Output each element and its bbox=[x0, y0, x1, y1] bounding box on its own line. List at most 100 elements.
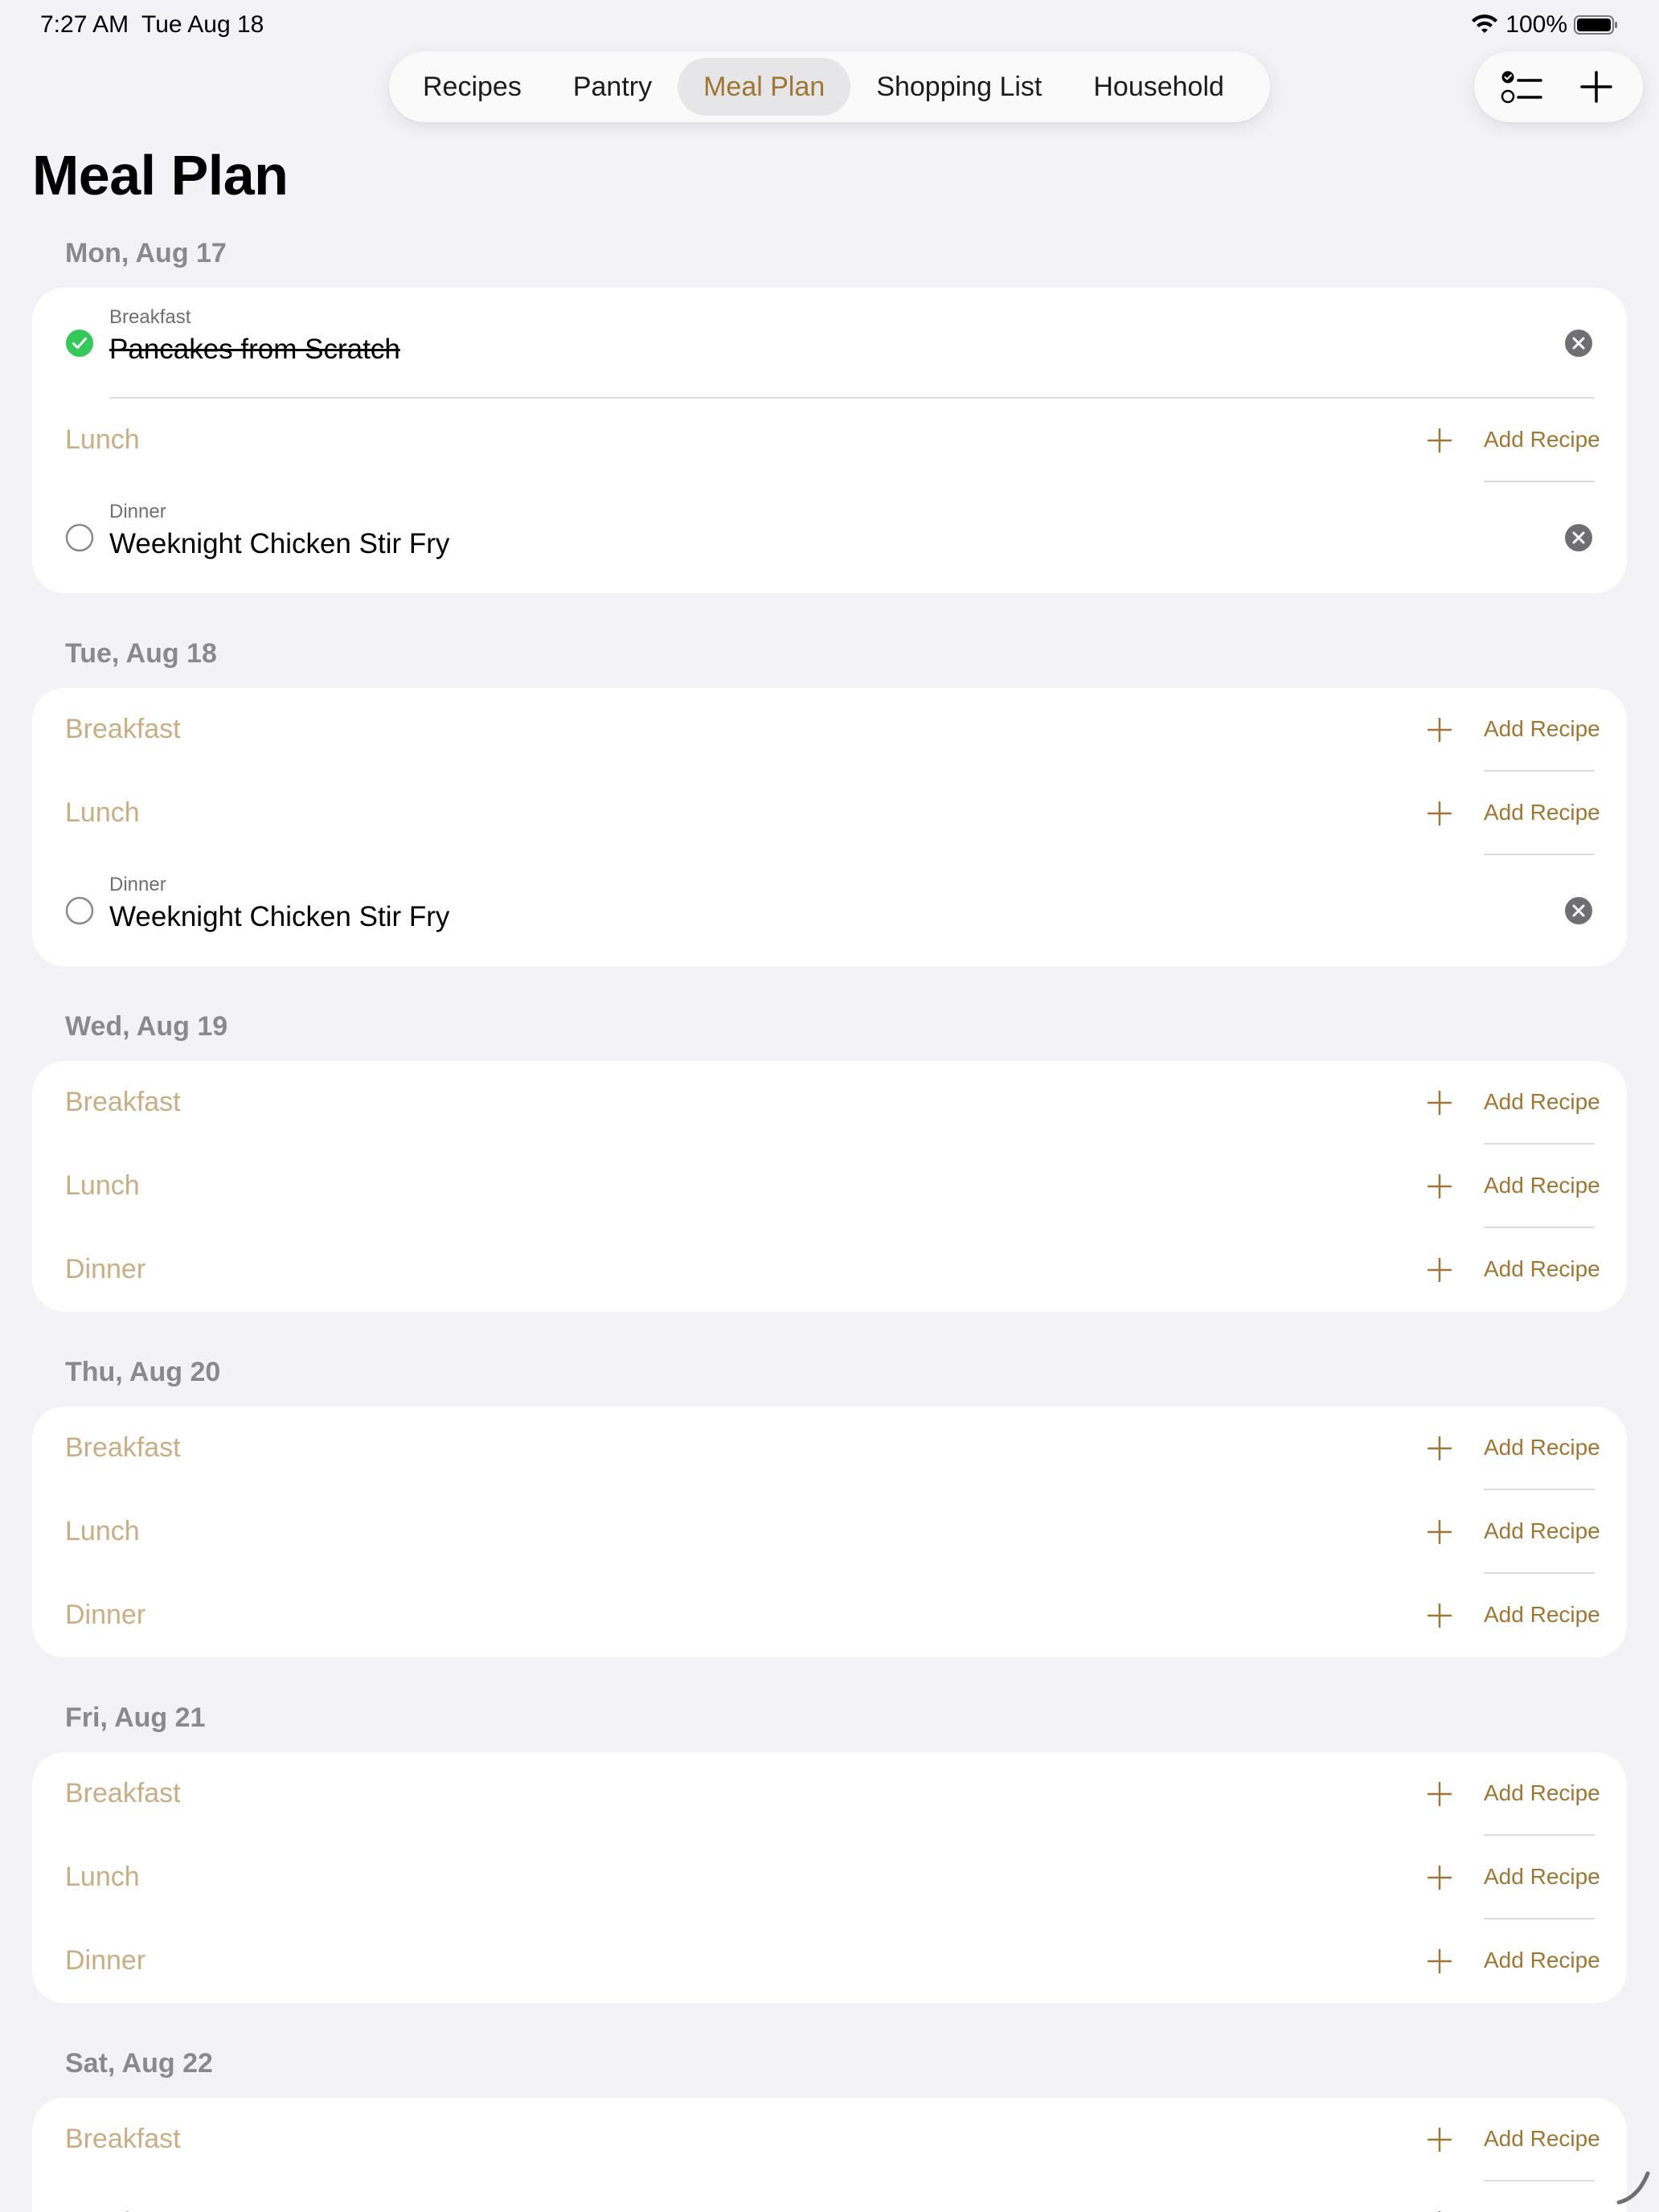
add-recipe-button[interactable]: Add Recipe bbox=[1484, 1602, 1600, 1628]
day-header: Thu, Aug 20 bbox=[65, 1357, 221, 1387]
meal-slot-label: Breakfast bbox=[65, 714, 181, 744]
meal-row-empty: Dinner Add Recipe bbox=[32, 1228, 1627, 1312]
recipe-name[interactable]: Weeknight Chicken Stir Fry bbox=[109, 901, 449, 933]
status-bar: 7:27 AM Tue Aug 18 100% bbox=[0, 0, 1659, 51]
remove-icon[interactable] bbox=[1564, 896, 1593, 925]
toolbar bbox=[1474, 51, 1643, 122]
day-header: Mon, Aug 17 bbox=[65, 238, 227, 268]
tab-pantry[interactable]: Pantry bbox=[547, 58, 678, 116]
add-recipe-button[interactable]: Add Recipe bbox=[1484, 1948, 1600, 1973]
meal-slot-label: Dinner bbox=[65, 1254, 146, 1284]
meal-slot-label: Dinner bbox=[65, 1945, 146, 1976]
unchecked-circle-icon[interactable] bbox=[65, 523, 94, 552]
day-header: Fri, Aug 21 bbox=[65, 1702, 206, 1733]
day-card: Breakfast Add Recipe Lunch Add Recipe Dinn… bbox=[32, 688, 1627, 966]
add-recipe-button[interactable]: Add Recipe bbox=[1484, 1435, 1600, 1460]
meal-row-empty: Breakfast Add Recipe bbox=[32, 1407, 1627, 1490]
meal-slot-label: Lunch bbox=[65, 1170, 140, 1201]
meal-slot-label: Lunch bbox=[65, 1516, 140, 1546]
day-header: Wed, Aug 19 bbox=[65, 1011, 228, 1042]
tab-shopping-list[interactable]: Shopping List bbox=[850, 58, 1067, 116]
meal-row-empty: Lunch Add Recipe bbox=[32, 1145, 1627, 1228]
plus-icon[interactable] bbox=[1428, 1436, 1452, 1460]
day-card: Breakfast Add Recipe Lunch Add Recipe Dinn… bbox=[32, 1752, 1627, 2003]
status-time: 7:27 AM bbox=[40, 11, 129, 38]
day-card: Breakfast Add Recipe Lunch Add Recipe Dinn… bbox=[32, 1061, 1627, 1312]
unchecked-circle-icon[interactable] bbox=[65, 896, 94, 925]
add-button[interactable] bbox=[1567, 58, 1625, 116]
plus-icon[interactable] bbox=[1428, 1258, 1452, 1282]
plus-icon[interactable] bbox=[1428, 1949, 1452, 1973]
add-recipe-button[interactable]: Add Recipe bbox=[1484, 1173, 1600, 1198]
meal-row-empty: Lunch Add Recipe bbox=[32, 1836, 1627, 1919]
meal-row-empty: Breakfast Add Recipe bbox=[32, 688, 1627, 772]
meal-slot-label: Breakfast bbox=[65, 2124, 181, 2154]
checklist-icon bbox=[1501, 71, 1542, 104]
recipe-name[interactable]: Weeknight Chicken Stir Fry bbox=[109, 528, 449, 560]
meal-slot-label: Breakfast bbox=[65, 1432, 181, 1463]
day-header: Sat, Aug 22 bbox=[65, 2048, 213, 2079]
meal-row-empty: Lunch Add Recipe bbox=[32, 1490, 1627, 1574]
plus-icon[interactable] bbox=[1428, 1604, 1452, 1628]
add-recipe-button[interactable]: Add Recipe bbox=[1484, 427, 1600, 453]
segmented-tab-bar: Recipes Pantry Meal Plan Shopping List H… bbox=[389, 51, 1270, 122]
plus-icon[interactable] bbox=[1428, 1174, 1452, 1198]
tab-recipes[interactable]: Recipes bbox=[397, 58, 547, 116]
meal-row-empty: Lunch Add Recipe bbox=[32, 2181, 1627, 2212]
meal-slot-label: Lunch bbox=[65, 424, 140, 455]
plus-icon[interactable] bbox=[1428, 718, 1452, 742]
add-recipe-button[interactable]: Add Recipe bbox=[1484, 2126, 1600, 2152]
meal-row-empty: Dinner Add Recipe bbox=[32, 1574, 1627, 1657]
battery-icon bbox=[1574, 15, 1617, 35]
add-recipe-button[interactable]: Add Recipe bbox=[1484, 1518, 1600, 1544]
battery-percent: 100% bbox=[1505, 11, 1567, 38]
meal-row-empty: Breakfast Add Recipe bbox=[32, 2098, 1627, 2181]
checked-circle-icon[interactable] bbox=[65, 329, 94, 358]
meal-slot-label: Lunch bbox=[65, 797, 140, 828]
add-recipe-button[interactable]: Add Recipe bbox=[1484, 1780, 1600, 1806]
remove-icon[interactable] bbox=[1564, 329, 1593, 358]
recipe-name[interactable]: Pancakes from Scratch bbox=[109, 334, 400, 366]
meal-row-empty: Breakfast Add Recipe bbox=[32, 1752, 1627, 1836]
meal-type-label: Dinner bbox=[109, 874, 166, 895]
status-indicators: 100% bbox=[1470, 11, 1619, 39]
plus-icon bbox=[1579, 71, 1612, 103]
status-date: Tue Aug 18 bbox=[141, 11, 264, 38]
add-recipe-button[interactable]: Add Recipe bbox=[1484, 1256, 1600, 1282]
meal-type-label: Breakfast bbox=[109, 306, 191, 328]
meal-slot-label: Lunch bbox=[65, 1862, 140, 1892]
remove-icon[interactable] bbox=[1564, 523, 1593, 552]
meal-slot-label: Breakfast bbox=[65, 1778, 181, 1809]
day-card: Breakfast Pancakes from Scratch Lunch Add… bbox=[32, 288, 1627, 593]
tab-meal-plan[interactable]: Meal Plan bbox=[678, 58, 851, 116]
wifi-icon bbox=[1472, 14, 1498, 33]
checklist-button[interactable] bbox=[1493, 58, 1550, 116]
plus-icon[interactable] bbox=[1428, 1782, 1452, 1806]
meal-row-empty: Lunch Add Recipe bbox=[32, 772, 1627, 855]
day-card: Breakfast Add RecipeLunch Add Recipe bbox=[32, 2098, 1627, 2212]
meal-slot-label: Lunch bbox=[65, 2207, 140, 2212]
add-recipe-button[interactable]: Add Recipe bbox=[1484, 800, 1600, 825]
meal-row[interactable]: Breakfast Pancakes from Scratch bbox=[32, 288, 1627, 399]
meal-row[interactable]: Dinner Weeknight Chicken Stir Fry bbox=[32, 482, 1627, 593]
day-header: Tue, Aug 18 bbox=[65, 638, 217, 669]
day-card: Breakfast Add Recipe Lunch Add Recipe Dinn… bbox=[32, 1407, 1627, 1657]
add-recipe-button[interactable]: Add Recipe bbox=[1484, 1864, 1600, 1890]
plus-icon[interactable] bbox=[1428, 1520, 1452, 1544]
add-recipe-button[interactable]: Add Recipe bbox=[1484, 716, 1600, 742]
page-title: Meal Plan bbox=[32, 144, 289, 207]
meal-row[interactable]: Dinner Weeknight Chicken Stir Fry bbox=[32, 855, 1627, 966]
tab-household[interactable]: Household bbox=[1067, 58, 1250, 116]
meal-row-empty: Lunch Add Recipe bbox=[32, 399, 1627, 482]
meal-row-empty: Breakfast Add Recipe bbox=[32, 1061, 1627, 1145]
meal-slot-label: Dinner bbox=[65, 1600, 146, 1630]
meal-type-label: Dinner bbox=[109, 501, 166, 522]
plus-icon[interactable] bbox=[1428, 801, 1452, 825]
plus-icon[interactable] bbox=[1428, 1091, 1452, 1115]
add-recipe-button[interactable]: Add Recipe bbox=[1484, 1089, 1600, 1115]
plus-icon[interactable] bbox=[1428, 1866, 1452, 1890]
scroll-indicator bbox=[1616, 2171, 1650, 2205]
plus-icon[interactable] bbox=[1428, 2128, 1452, 2152]
meal-row-empty: Dinner Add Recipe bbox=[32, 1919, 1627, 2003]
plus-icon[interactable] bbox=[1428, 428, 1452, 453]
